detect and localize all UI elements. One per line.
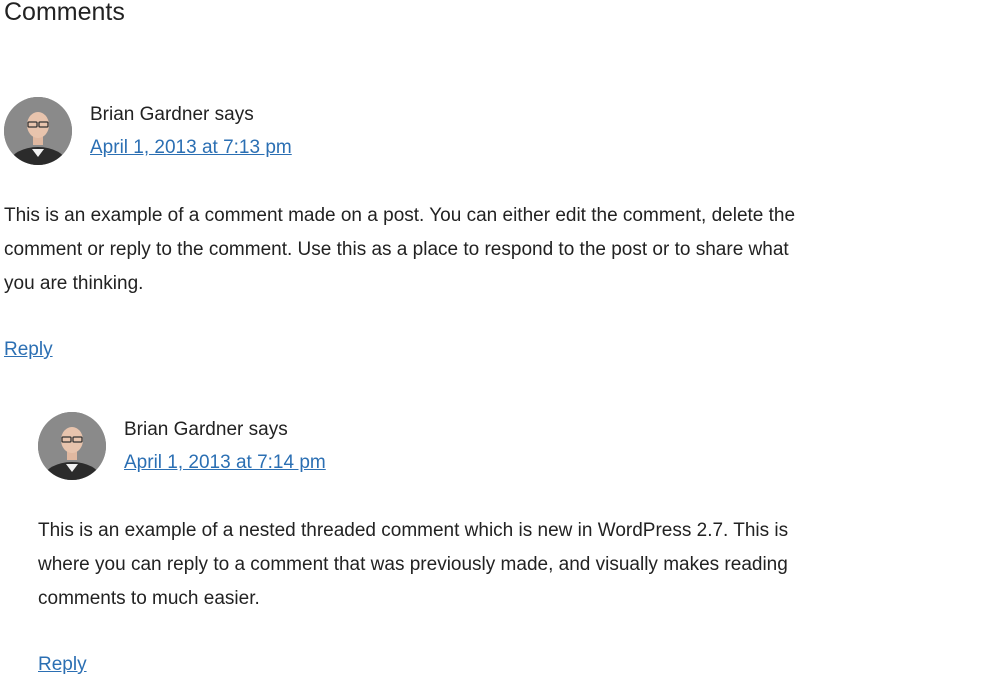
comment-author-line: Brian Gardner says (124, 418, 288, 442)
avatar (38, 412, 106, 480)
avatar-icon (38, 412, 106, 480)
comment-author: Brian Gardner (124, 419, 244, 440)
comment-text: This is an example of a nested threaded … (38, 520, 789, 609)
comment-says: says (248, 419, 288, 440)
comment-date-link[interactable]: April 1, 2013 at 7:14 pm (124, 451, 326, 475)
reply-link[interactable]: Reply (38, 653, 87, 677)
nested-comment: Brian Gardner says April 1, 2013 at 7:14… (0, 0, 993, 681)
